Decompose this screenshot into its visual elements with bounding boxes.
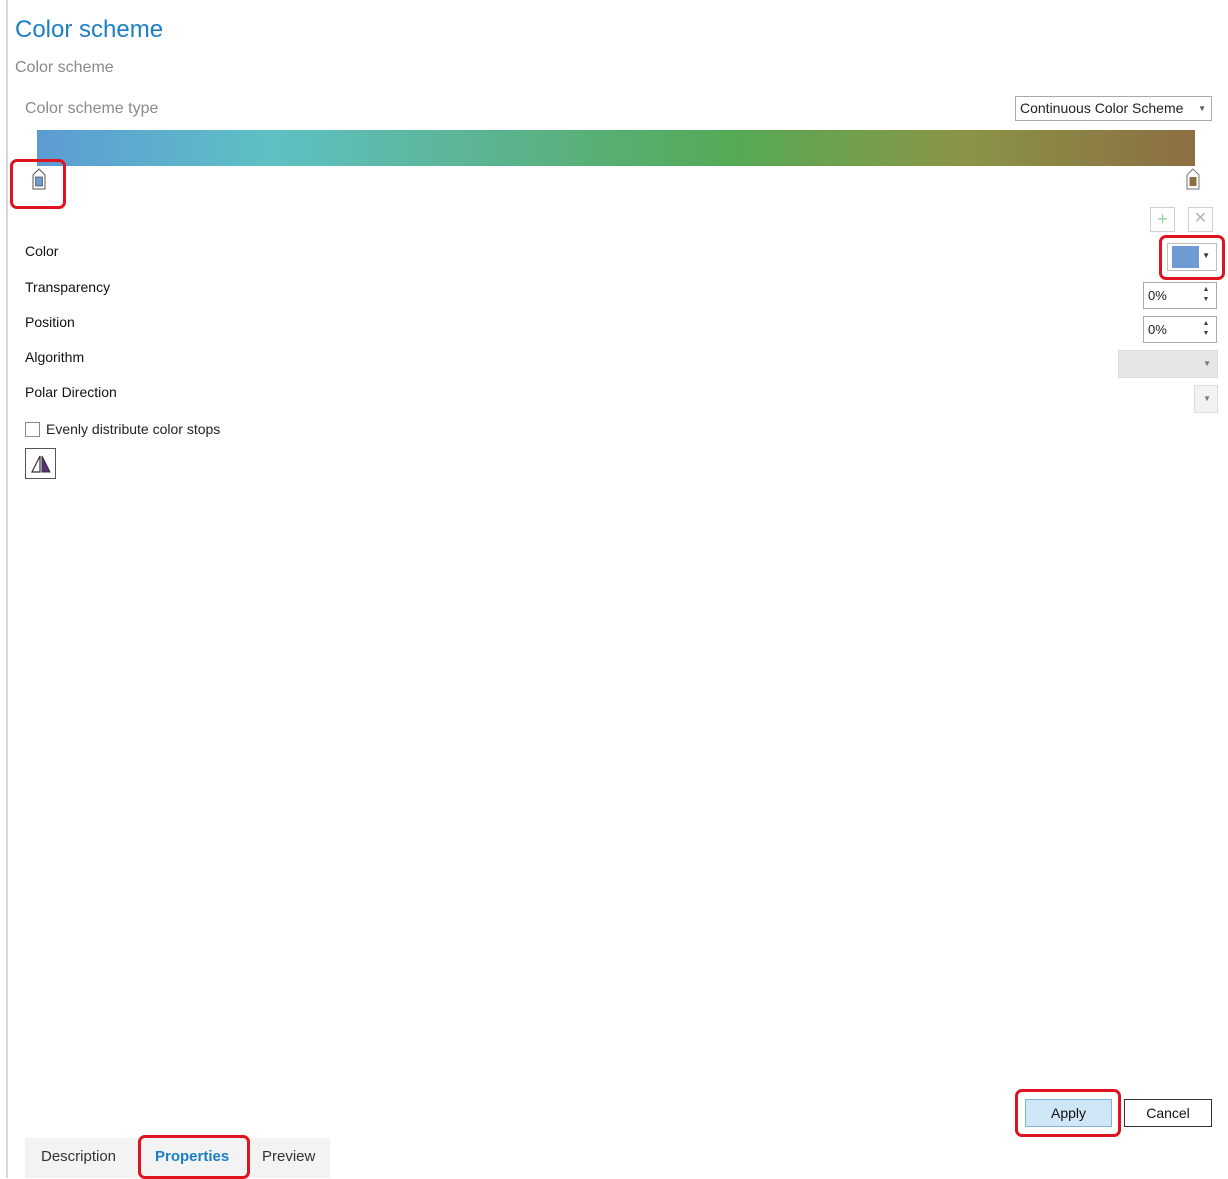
chevron-down-icon: ▼ bbox=[1203, 394, 1211, 403]
algorithm-label: Algorithm bbox=[25, 349, 85, 365]
chevron-down-icon: ▼ bbox=[1198, 104, 1206, 113]
position-label: Position bbox=[25, 314, 75, 330]
color-label: Color bbox=[25, 243, 59, 259]
evenly-distribute-checkbox[interactable] bbox=[25, 422, 40, 437]
evenly-distribute-label: Evenly distribute color stops bbox=[46, 421, 221, 437]
remove-stop-icon[interactable]: ✕ bbox=[1188, 207, 1213, 232]
chevron-down-icon: ▼ bbox=[1203, 359, 1211, 368]
flip-ramp-button[interactable] bbox=[25, 448, 56, 479]
spinner-arrows-icon[interactable]: ▲ ▼ bbox=[1201, 319, 1211, 339]
highlight-left-stop bbox=[10, 159, 66, 209]
transparency-label: Transparency bbox=[25, 279, 111, 295]
transparency-spinner[interactable]: 0% ▲ ▼ bbox=[1143, 282, 1217, 309]
scheme-type-label: Color scheme type bbox=[25, 100, 159, 117]
polar-direction-dropdown: ▼ bbox=[1194, 385, 1218, 413]
color-ramp[interactable] bbox=[37, 130, 1195, 166]
tab-description[interactable]: Description bbox=[41, 1148, 116, 1165]
flip-icon bbox=[31, 455, 51, 473]
transparency-value: 0% bbox=[1148, 288, 1167, 303]
algorithm-dropdown: ▼ bbox=[1118, 350, 1218, 378]
position-spinner[interactable]: 0% ▲ ▼ bbox=[1143, 316, 1217, 343]
tab-preview[interactable]: Preview bbox=[262, 1148, 315, 1165]
page-subtitle: Color scheme bbox=[15, 59, 114, 76]
scheme-type-value: Continuous Color Scheme bbox=[1020, 100, 1184, 116]
page-title: Color scheme bbox=[15, 16, 164, 43]
polar-direction-label: Polar Direction bbox=[25, 384, 117, 400]
highlight-apply bbox=[1015, 1089, 1121, 1137]
spinner-arrows-icon[interactable]: ▲ ▼ bbox=[1201, 285, 1211, 305]
highlight-color-picker bbox=[1159, 235, 1225, 280]
left-border bbox=[6, 0, 8, 1178]
color-stop-right[interactable] bbox=[1186, 168, 1200, 190]
scheme-type-dropdown[interactable]: Continuous Color Scheme ▼ bbox=[1015, 96, 1212, 121]
cancel-button[interactable]: Cancel bbox=[1124, 1099, 1212, 1127]
position-value: 0% bbox=[1148, 322, 1167, 337]
add-stop-icon[interactable]: + bbox=[1150, 207, 1175, 232]
highlight-properties-tab bbox=[138, 1135, 250, 1179]
